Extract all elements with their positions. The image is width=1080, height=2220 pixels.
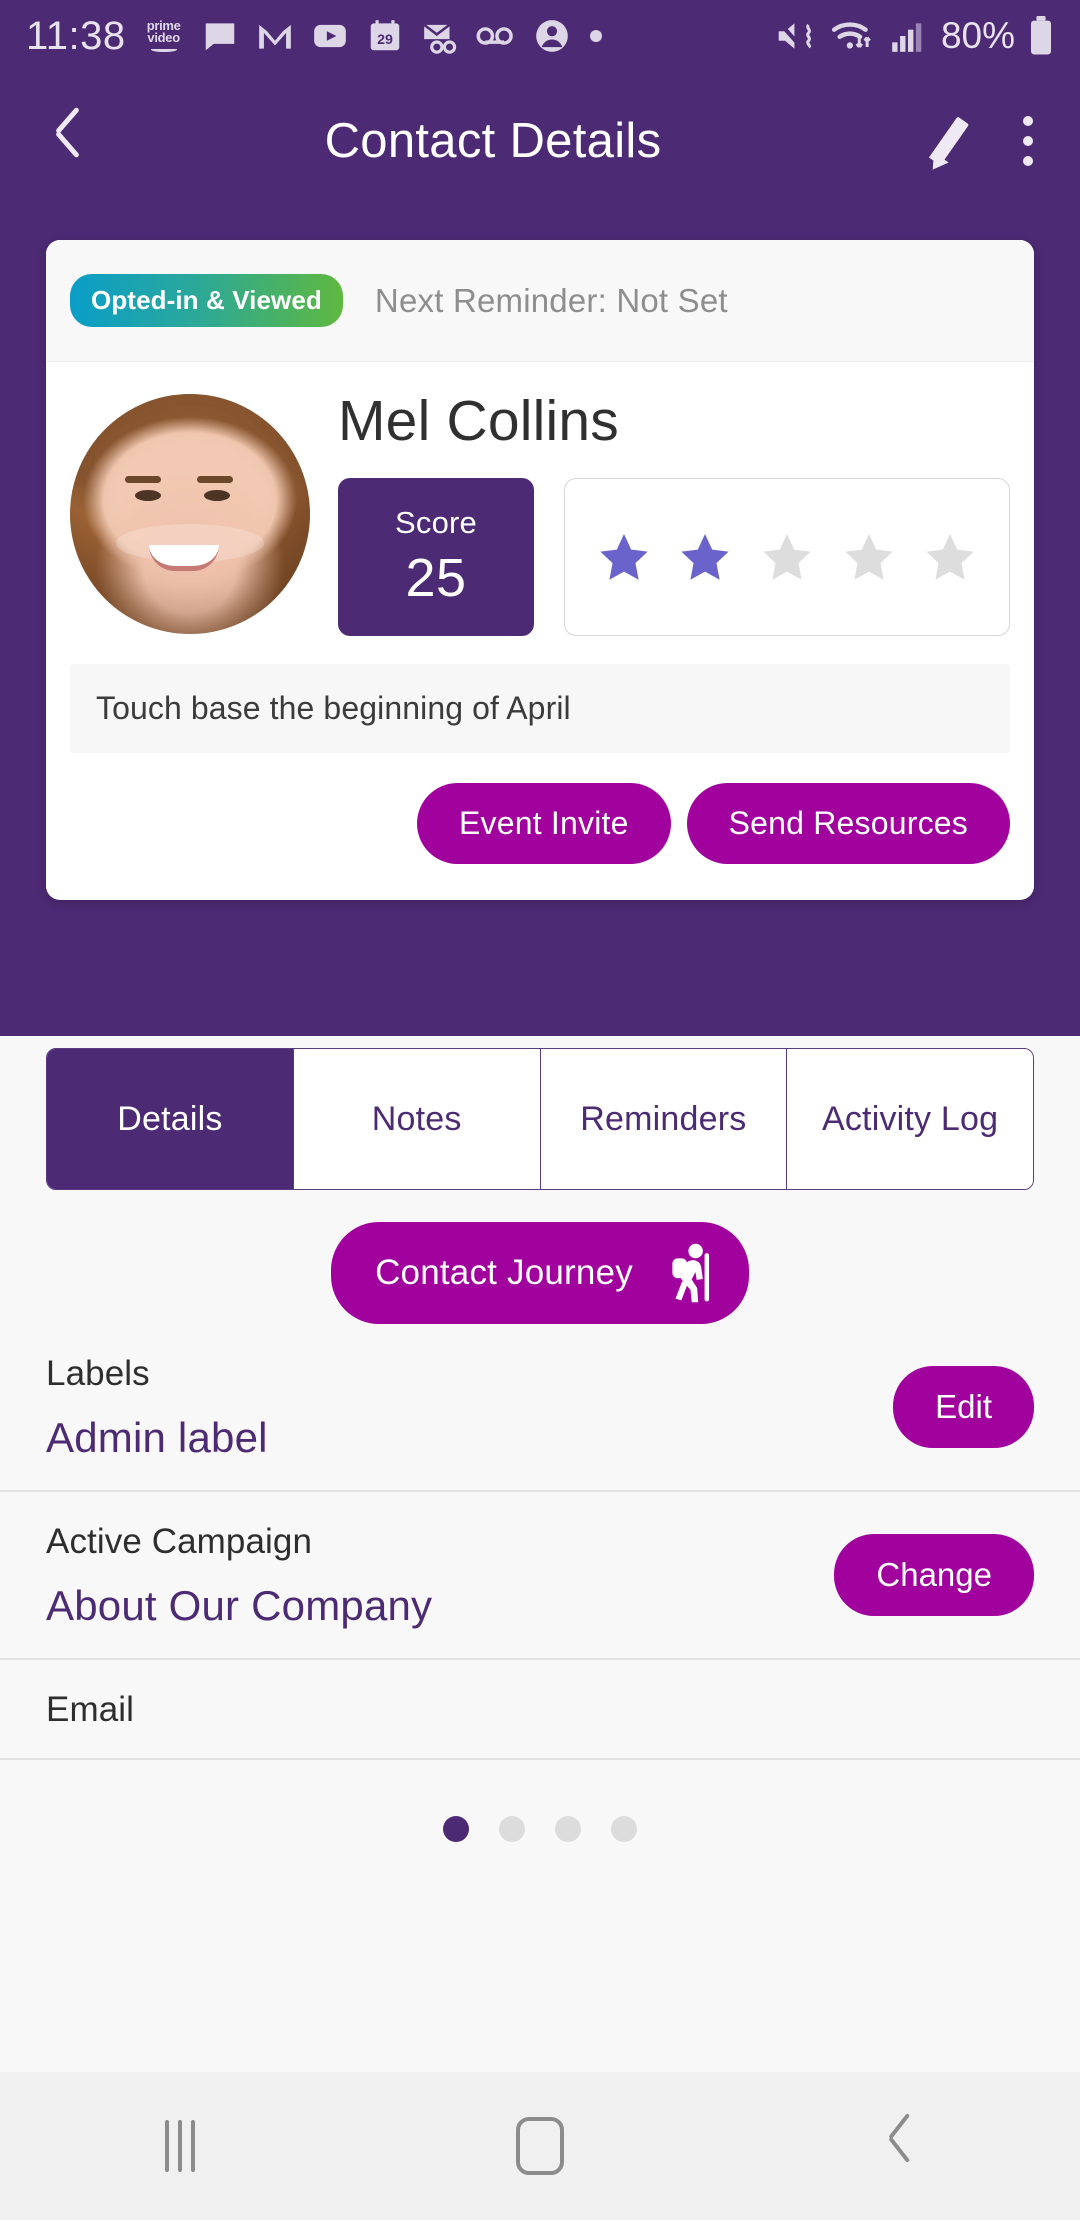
pagination-dots (0, 1816, 1080, 1842)
youtube-icon (311, 17, 349, 55)
star-icon-5[interactable] (923, 530, 977, 584)
page-title: Contact Details (324, 114, 662, 168)
card-body: Mel Collins Score 25 Touch base the begi… (46, 362, 1034, 900)
detail-row-labels: Labels Admin label Edit (0, 1324, 1080, 1492)
metrics-row: Score 25 (338, 477, 1010, 636)
contact-journey-button[interactable]: Contact Journey (331, 1222, 749, 1324)
back-chevron-icon[interactable] (44, 109, 90, 173)
pagination-dot-4[interactable] (611, 1816, 637, 1842)
phone-screen: 11:38 prime video 29 80% Contact Details… (0, 0, 1080, 2220)
dot-icon (588, 28, 604, 44)
nav-back-button[interactable] (720, 2072, 1080, 2220)
tab-activity-log[interactable]: Activity Log (787, 1049, 1033, 1189)
event-invite-button[interactable]: Event Invite (417, 782, 671, 864)
score-label: Score (395, 504, 477, 540)
content-area: Details Notes Reminders Activity Log Con… (0, 1036, 1080, 2072)
hiker-icon (672, 1243, 709, 1303)
tab-notes[interactable]: Notes (293, 1049, 541, 1189)
voicemail-icon (476, 21, 516, 51)
status-badge: Opted-in & Viewed (70, 274, 343, 327)
status-bar-clock: 11:38 (26, 13, 126, 58)
account-icon (533, 17, 571, 55)
score-box: Score 25 (338, 477, 534, 636)
system-nav-bar (0, 2072, 1080, 2220)
contact-card: Opted-in & Viewed Next Reminder: Not Set… (46, 240, 1034, 900)
next-reminder-label: Next Reminder: Not Set (374, 281, 728, 319)
battery-percent-label: 80% (940, 15, 1015, 56)
wifi-icon (831, 17, 875, 55)
email-voicemail-icon (421, 17, 459, 55)
contact-journey-label: Contact Journey (375, 1253, 633, 1292)
status-bar-system-icons: 80% (774, 15, 1054, 57)
profile-row: Mel Collins Score 25 (70, 390, 1010, 636)
battery-icon (1028, 16, 1054, 56)
purple-header-region: 11:38 prime video 29 80% Contact Details… (0, 0, 1080, 1036)
kebab-menu-icon[interactable] (1020, 116, 1036, 166)
detail-row-email: Email (0, 1660, 1080, 1760)
tab-reminders[interactable]: Reminders (540, 1049, 788, 1189)
pencil-icon[interactable] (916, 110, 978, 175)
email-field-label: Email (46, 1690, 135, 1729)
messages-icon (201, 17, 239, 55)
tab-bar: Details Notes Reminders Activity Log (46, 1048, 1034, 1190)
labels-field-label: Labels (46, 1354, 150, 1393)
nav-recents-button[interactable] (0, 2072, 360, 2220)
card-action-buttons: Event Invite Send Resources (70, 753, 1010, 900)
app-bar: Contact Details (0, 76, 1080, 206)
status-bar-notification-icons: prime video 29 (144, 16, 604, 56)
labels-edit-button[interactable]: Edit (893, 1366, 1034, 1448)
rating-stars[interactable] (564, 477, 1010, 636)
star-icon-4[interactable] (842, 530, 896, 584)
contact-note: Touch base the beginning of April (70, 663, 1010, 753)
recents-icon (165, 2120, 195, 2172)
prime-video-icon: prime video (144, 16, 184, 56)
send-resources-button[interactable]: Send Resources (686, 782, 1010, 864)
avatar (70, 394, 310, 634)
active-campaign-change-button[interactable]: Change (834, 1534, 1034, 1616)
home-icon (516, 2117, 564, 2175)
score-value: 25 (405, 547, 467, 608)
detail-row-active-campaign: Active Campaign About Our Company Change (0, 1492, 1080, 1660)
journey-button-wrap: Contact Journey (0, 1222, 1080, 1324)
status-bar: 11:38 prime video 29 80% (0, 0, 1080, 72)
mute-vibrate-icon (774, 17, 818, 55)
svg-text:29: 29 (377, 32, 393, 48)
labels-field-value: Admin label (46, 1414, 268, 1461)
calendar-29-icon: 29 (366, 17, 404, 55)
nav-home-button[interactable] (360, 2072, 720, 2220)
pagination-dot-2[interactable] (499, 1816, 525, 1842)
profile-details: Mel Collins Score 25 (338, 390, 1010, 636)
contact-name: Mel Collins (338, 389, 619, 453)
star-icon-1[interactable] (597, 530, 651, 584)
signal-icon (888, 17, 928, 55)
star-icon-3[interactable] (760, 530, 814, 584)
star-icon-2[interactable] (678, 530, 732, 584)
card-status-row: Opted-in & Viewed Next Reminder: Not Set (46, 240, 1034, 362)
nav-back-icon (880, 2118, 920, 2174)
gmail-icon (256, 17, 294, 55)
pagination-dot-1[interactable] (443, 1816, 469, 1842)
tab-details[interactable]: Details (47, 1049, 294, 1189)
pagination-dot-3[interactable] (555, 1816, 581, 1842)
